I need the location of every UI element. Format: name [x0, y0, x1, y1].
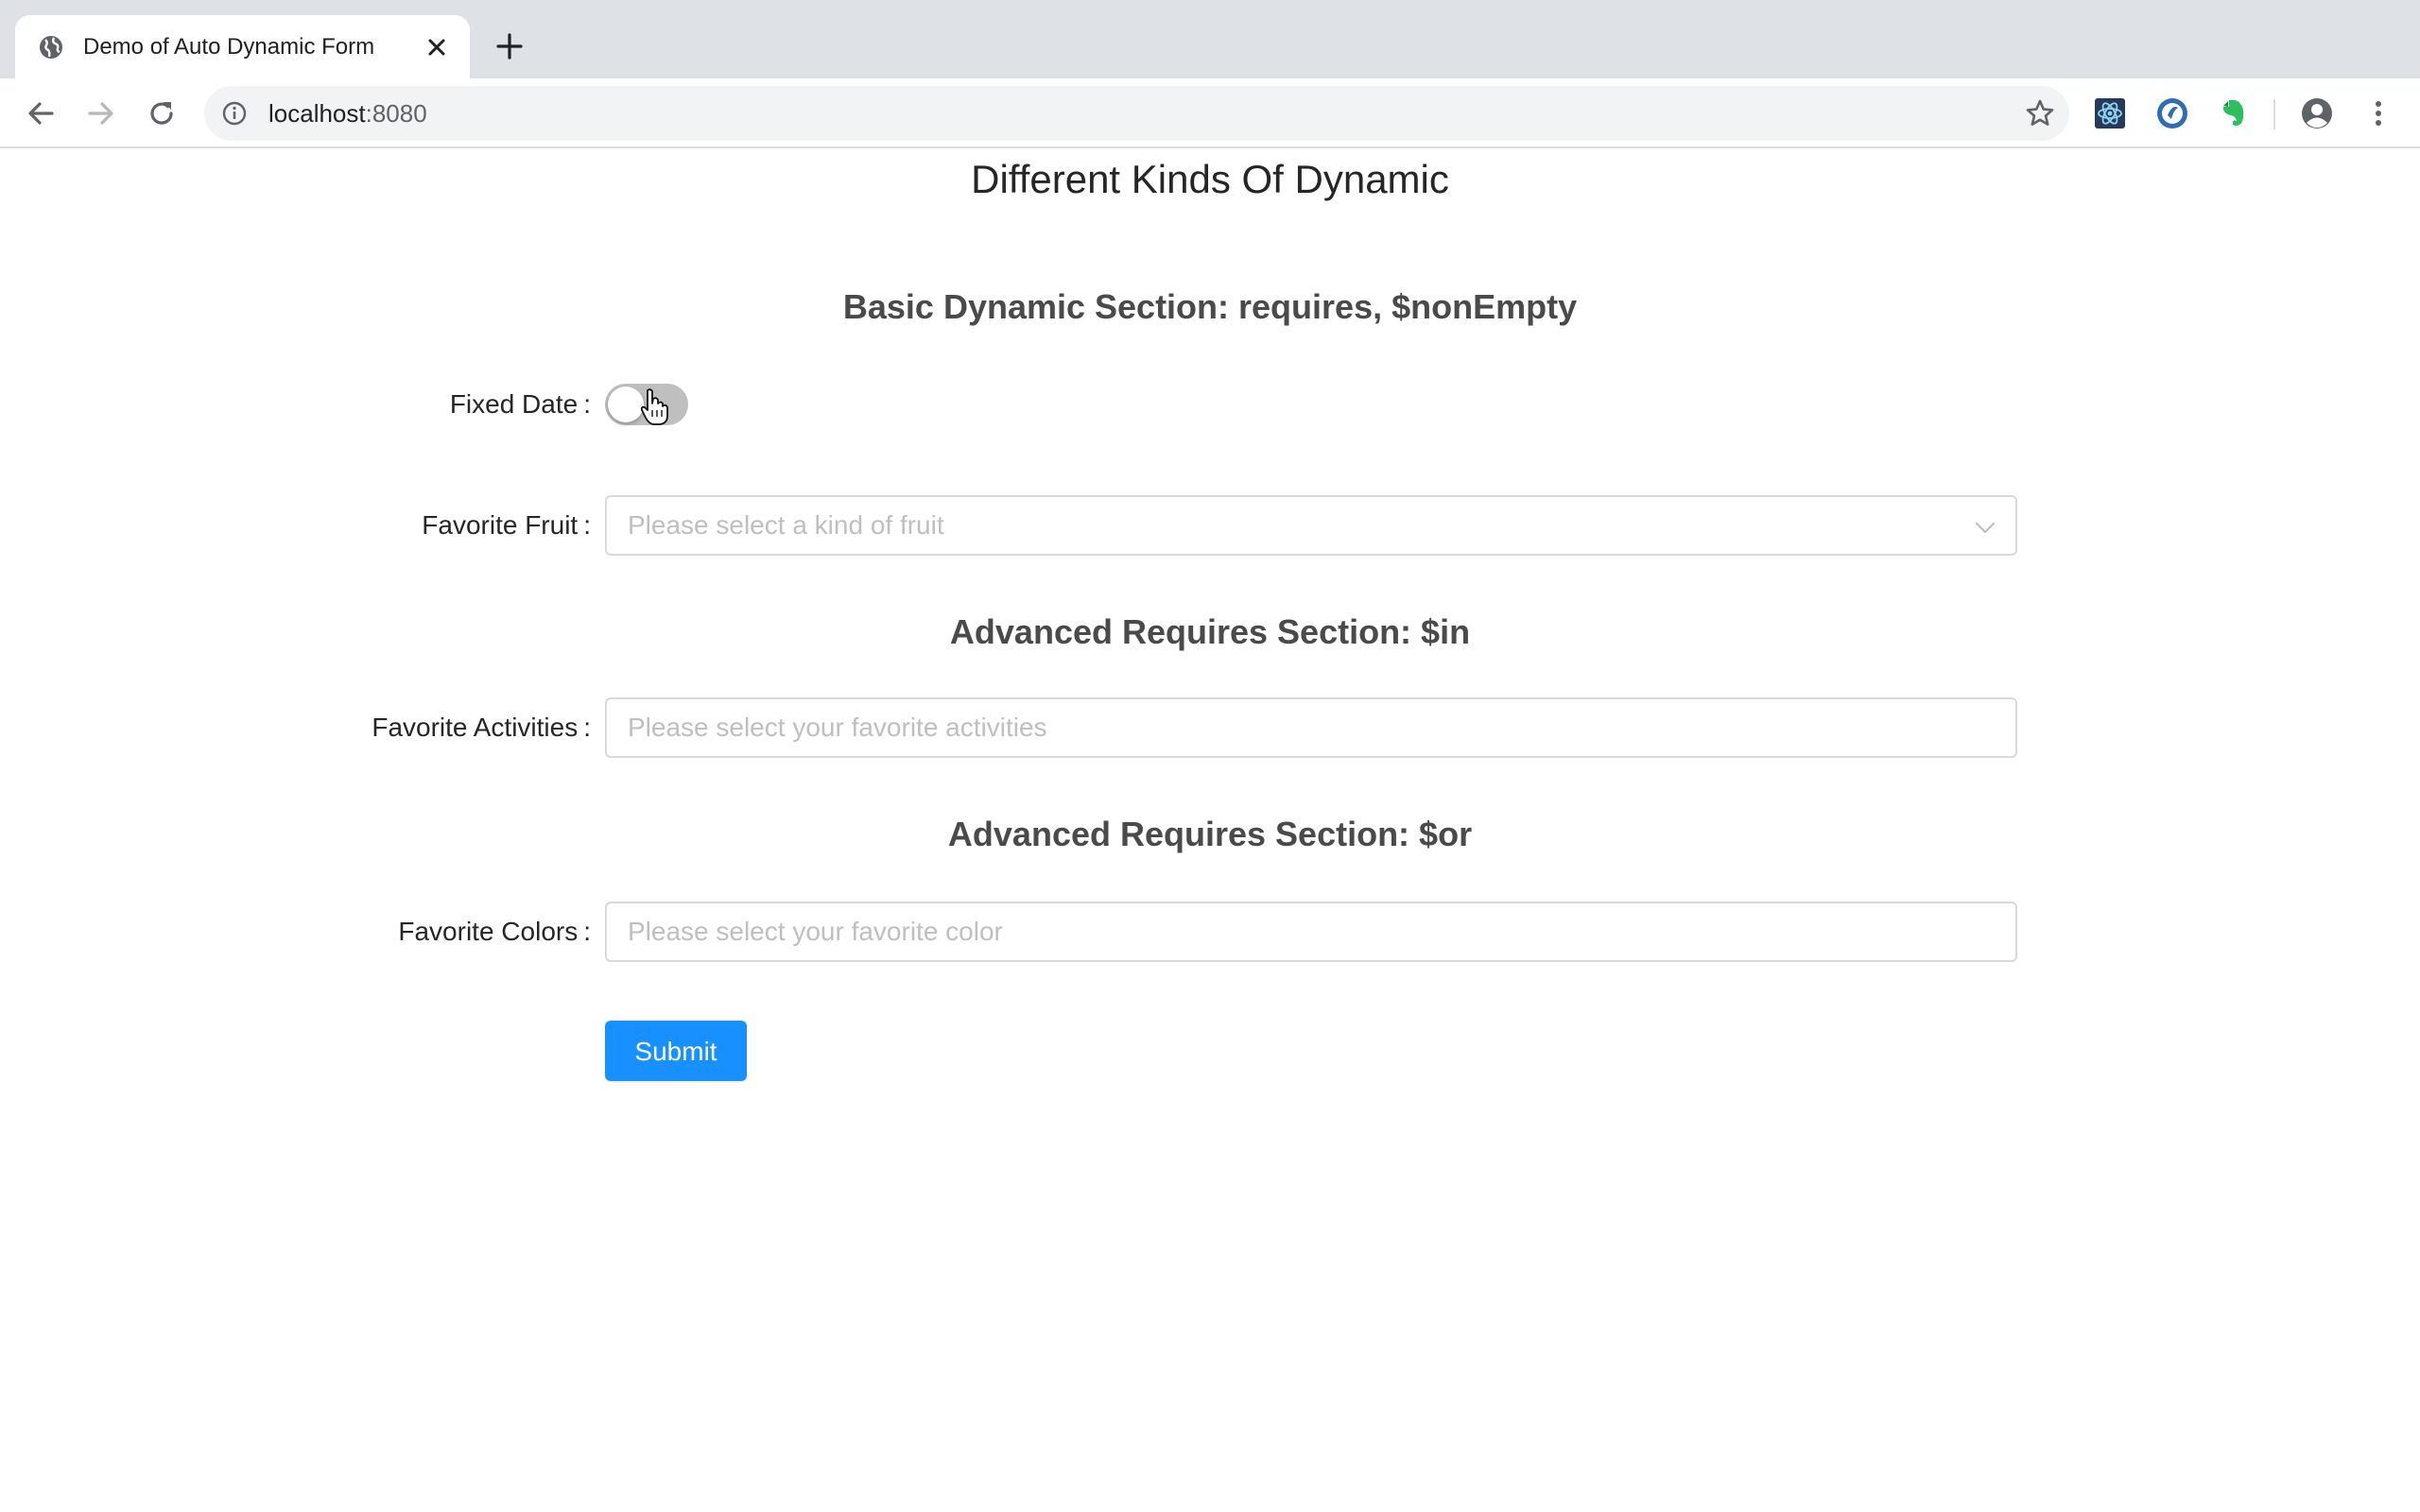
kebab-menu-icon[interactable] [2361, 96, 2395, 130]
section-title-or: Advanced Requires Section: $or [947, 815, 1473, 853]
favorite-activities-select[interactable]: Please select your favorite activities [605, 697, 2017, 758]
favorite-fruit-label: Favorite Fruit: [422, 507, 591, 544]
fixed-date-label-text: Fixed Date [449, 389, 579, 419]
tab-title: Demo of Auto Dynamic Form [83, 34, 375, 60]
chevron-down-icon [1975, 522, 1996, 534]
submit-button[interactable]: Submit [605, 1021, 747, 1081]
arrow-right-icon[interactable] [83, 95, 119, 131]
react-devtools-icon[interactable] [2093, 96, 2127, 130]
star-icon[interactable] [2024, 97, 2056, 129]
label-colon: : [583, 713, 591, 742]
plus-icon[interactable] [493, 30, 526, 62]
url-text[interactable]: localhost:8080 [268, 98, 427, 129]
page-title: Different Kinds Of Dynamic [971, 157, 1449, 201]
label-colon: : [583, 510, 591, 540]
favorite-activities-label-text: Favorite Activities [372, 713, 579, 742]
favorite-fruit-placeholder: Please select a kind of fruit [628, 510, 944, 540]
favorite-colors-select[interactable]: Please select your favorite color [605, 902, 2017, 962]
close-icon[interactable] [422, 32, 452, 62]
browser-tab[interactable]: Demo of Auto Dynamic Form [15, 15, 470, 78]
evernote-icon[interactable] [2216, 96, 2250, 130]
globe-icon [40, 36, 62, 59]
favorite-fruit-select[interactable]: Please select a kind of fruit [605, 495, 2017, 556]
favorite-colors-placeholder: Please select your favorite color [628, 917, 1003, 946]
label-colon: : [583, 917, 591, 946]
favorite-colors-label-text: Favorite Colors [398, 917, 579, 946]
favorite-activities-placeholder: Please select your favorite activities [628, 713, 1047, 742]
favorite-colors-label: Favorite Colors: [398, 913, 591, 951]
favorite-activities-label: Favorite Activities: [372, 709, 591, 747]
toolbar-divider [2273, 99, 2275, 129]
arrow-left-icon[interactable] [23, 95, 59, 131]
url-host: localhost [268, 99, 366, 128]
account-icon[interactable] [2300, 96, 2334, 130]
browser-toolbar: localhost:8080 [0, 78, 2420, 148]
hand-pointer-cursor-icon [640, 388, 668, 425]
section-title-basic: Basic Dynamic Section: requires, $nonEmp… [842, 287, 1578, 326]
info-icon[interactable] [221, 100, 248, 127]
section-title-in: Advanced Requires Section: $in [949, 612, 1471, 651]
fixed-date-label: Fixed Date: [450, 386, 591, 423]
url-port: :8080 [365, 99, 427, 128]
favorite-fruit-label-text: Favorite Fruit [422, 510, 579, 540]
tab-strip: Demo of Auto Dynamic Form [0, 0, 2420, 78]
address-bar[interactable]: localhost:8080 [204, 86, 2069, 141]
extension-icon[interactable] [2155, 96, 2189, 130]
label-colon: : [583, 389, 591, 419]
reload-icon[interactable] [144, 95, 180, 131]
